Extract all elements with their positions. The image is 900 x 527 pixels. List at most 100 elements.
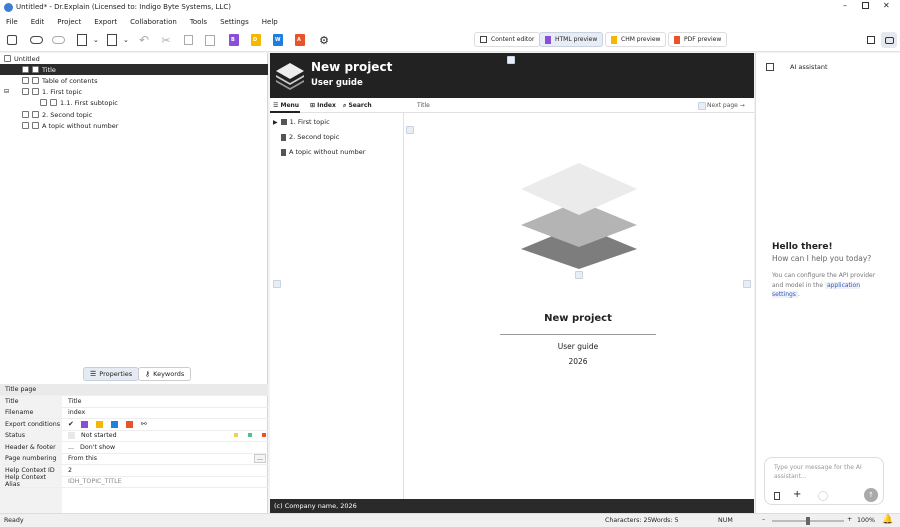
- checkbox-icon[interactable]: [22, 122, 29, 129]
- export-word-icon[interactable]: W: [270, 32, 286, 48]
- menu-file[interactable]: File: [6, 18, 18, 26]
- zoom-in-button[interactable]: +: [847, 516, 852, 523]
- export-word-glyph: W: [275, 37, 281, 43]
- prop-value[interactable]: Not started: [75, 432, 117, 439]
- add-icon[interactable]: +: [793, 489, 801, 500]
- word-condition-icon[interactable]: [110, 420, 118, 428]
- pdf-preview-button[interactable]: PDF preview: [668, 32, 728, 47]
- chm-condition-icon[interactable]: [80, 420, 88, 428]
- bell-icon[interactable]: 🔔: [882, 515, 893, 525]
- menu-export[interactable]: Export: [94, 18, 117, 26]
- send-icon[interactable]: ↑: [864, 488, 878, 502]
- footer-text: (c) Company name, 2026: [274, 502, 357, 510]
- menu-edit[interactable]: Edit: [31, 18, 45, 26]
- add-child-topic-icon[interactable]: [104, 32, 120, 48]
- tree-item-label: Title: [42, 65, 56, 74]
- ai-message-box[interactable]: Type your message for the AI assistant..…: [764, 457, 884, 505]
- content-editor-button[interactable]: Content editor: [474, 32, 541, 47]
- more-button[interactable]: ...: [254, 453, 266, 463]
- paste-icon[interactable]: [202, 32, 218, 48]
- prop-value[interactable]: IDH_TOPIC_TITLE: [62, 478, 122, 485]
- menu-tools[interactable]: Tools: [190, 18, 207, 26]
- cut-icon[interactable]: ✂: [158, 32, 174, 48]
- sidebar-toggle-icon[interactable]: [766, 63, 774, 71]
- export-html-glyph: D: [253, 37, 258, 43]
- nav-index-tab[interactable]: ⊞ Index: [310, 102, 336, 109]
- checkbox-icon[interactable]: [40, 99, 47, 106]
- prop-value[interactable]: 2: [62, 467, 72, 474]
- html-preview-button[interactable]: HTML preview: [539, 32, 604, 47]
- ai-robot-icon[interactable]: [881, 32, 897, 48]
- share-icon[interactable]: ⚯: [141, 420, 147, 428]
- prop-help-context-alias[interactable]: Help Context Alias IDH_TOPIC_TITLE: [0, 474, 268, 488]
- copy-icon[interactable]: [180, 32, 196, 48]
- tree-item-first-topic[interactable]: ⊟ 1. First topic: [0, 86, 268, 97]
- status-green-dot[interactable]: [248, 433, 252, 438]
- toc-label: A topic without number: [289, 148, 366, 156]
- preview-nav: ☰ Menu ⊞ Index ⌕ Search Title Next page …: [270, 98, 754, 113]
- layout-toggle-icon[interactable]: [863, 32, 879, 48]
- prop-status[interactable]: Status Not started: [0, 430, 268, 442]
- save-icon[interactable]: [4, 32, 20, 48]
- menu-collaboration[interactable]: Collaboration: [130, 18, 177, 26]
- checkbox-icon[interactable]: [22, 111, 29, 118]
- prop-title[interactable]: Title Title: [0, 396, 268, 408]
- zoom-slider-thumb[interactable]: [806, 517, 810, 525]
- gear-icon[interactable]: ⚙: [316, 32, 332, 48]
- html-condition-icon[interactable]: [95, 420, 103, 428]
- tree-item-first-subtopic[interactable]: 1.1. First subtopic: [0, 97, 268, 108]
- chevron-down-icon[interactable]: ⌄: [123, 36, 129, 44]
- prop-value[interactable]: From this: [62, 455, 97, 462]
- close-button[interactable]: ✕: [883, 1, 890, 10]
- export-pdf-icon[interactable]: A: [292, 32, 308, 48]
- menu-settings[interactable]: Settings: [220, 18, 249, 26]
- nav-menu-tab[interactable]: ☰ Menu: [273, 102, 299, 109]
- prop-value[interactable]: Don't show: [74, 444, 115, 451]
- tree-item-toc[interactable]: Table of contents: [0, 75, 268, 86]
- toc-item-second-topic[interactable]: 2. Second topic: [281, 133, 339, 141]
- toc-item-no-number[interactable]: A topic without number: [281, 148, 365, 156]
- keywords-tab[interactable]: ⚷ Keywords: [138, 367, 192, 381]
- undo-icon[interactable]: ↶: [136, 32, 152, 48]
- checkbox-icon[interactable]: [22, 88, 29, 95]
- prop-header-footer[interactable]: Header & footer ... Don't show: [0, 442, 268, 454]
- menu-help[interactable]: Help: [262, 18, 278, 26]
- checkbox-icon[interactable]: [22, 66, 29, 73]
- tree-item-no-number[interactable]: A topic without number: [0, 120, 268, 131]
- properties-tab[interactable]: ☰ Properties: [83, 367, 140, 381]
- next-page-link[interactable]: Next page →: [707, 102, 745, 109]
- toc-item-first-topic[interactable]: ▶ 1. First topic: [273, 118, 330, 126]
- pdf-condition-icon[interactable]: [125, 420, 133, 428]
- tree-item-title[interactable]: Title: [0, 64, 268, 75]
- minimize-button[interactable]: –: [843, 1, 847, 10]
- collapse-icon[interactable]: ⊟: [4, 88, 22, 95]
- prop-export-conditions[interactable]: Export conditions ✔ ⚯: [0, 419, 268, 431]
- ai-message-input[interactable]: Type your message for the AI assistant..…: [774, 464, 874, 481]
- nav-search-tab[interactable]: ⌕ Search: [343, 102, 372, 110]
- status-yellow-dot[interactable]: [234, 433, 238, 438]
- title-divider: [500, 334, 656, 335]
- prop-filename[interactable]: Filename index: [0, 407, 268, 419]
- chevron-right-icon[interactable]: ▶: [273, 119, 278, 126]
- prop-value[interactable]: Title: [62, 398, 82, 405]
- checkbox-icon[interactable]: [22, 77, 29, 84]
- zoom-out-button[interactable]: –: [762, 516, 765, 523]
- tree-root[interactable]: Untitled: [0, 53, 268, 64]
- export-html-icon[interactable]: D: [248, 32, 264, 48]
- status-red-dot[interactable]: [262, 433, 266, 438]
- check-icon[interactable]: ✔: [68, 420, 74, 428]
- add-topic-icon[interactable]: [74, 32, 90, 48]
- export-chm-icon[interactable]: B: [226, 32, 242, 48]
- tree-item-second-topic[interactable]: 2. Second topic: [0, 109, 268, 120]
- anchor-marker-icon: [406, 126, 414, 134]
- prop-value[interactable]: index: [62, 409, 85, 416]
- cloud-download-icon[interactable]: [50, 32, 66, 48]
- chm-preview-button[interactable]: CHM preview: [605, 32, 667, 47]
- prop-page-numbering[interactable]: Page numbering From this ...: [0, 453, 268, 465]
- attach-file-icon[interactable]: [774, 492, 780, 500]
- anchor-marker-icon: [698, 102, 706, 110]
- menu-project[interactable]: Project: [57, 18, 81, 26]
- cloud-upload-icon[interactable]: [28, 32, 44, 48]
- chevron-down-icon[interactable]: ⌄: [93, 36, 99, 44]
- maximize-button[interactable]: [862, 2, 869, 9]
